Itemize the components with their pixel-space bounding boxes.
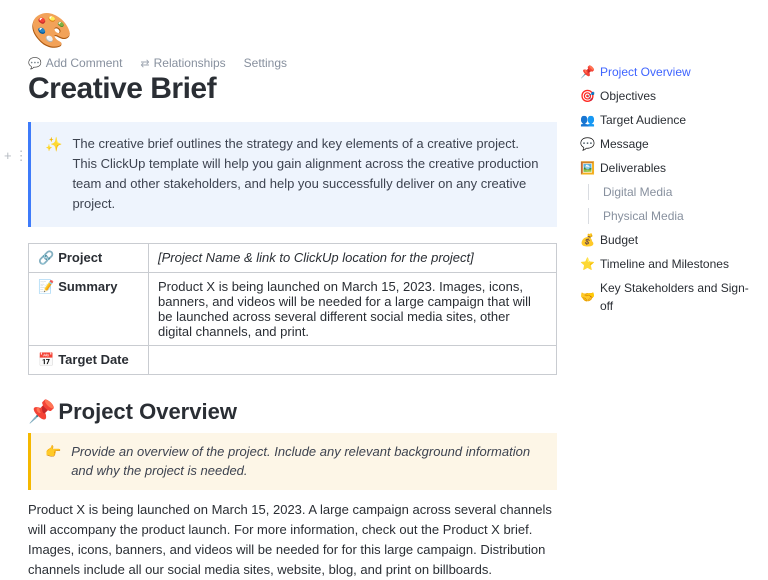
add-comment-button[interactable]: 💬 Add Comment bbox=[28, 56, 122, 70]
nav-item[interactable]: 👥 Target Audience bbox=[580, 108, 758, 132]
relationships-icon: ⇄ bbox=[140, 57, 149, 70]
nav-icon: 🖼️ bbox=[580, 159, 594, 177]
nav-item[interactable]: 🤝 Key Stakeholders and Sign-off bbox=[580, 276, 758, 318]
nav-label: Digital Media bbox=[603, 183, 672, 201]
section-heading-overview: 📌Project Overview bbox=[28, 399, 557, 425]
nav-label: Key Stakeholders and Sign-off bbox=[600, 279, 758, 315]
nav-icon: 🤝 bbox=[580, 288, 594, 306]
nav-item[interactable]: Digital Media bbox=[580, 180, 758, 204]
nav-label: Project Overview bbox=[600, 63, 691, 81]
project-value[interactable]: [Project Name & link to ClickUp location… bbox=[149, 243, 557, 272]
nav-item[interactable]: ⭐ Timeline and Milestones bbox=[580, 252, 758, 276]
calendar-icon: 📅 bbox=[38, 352, 54, 367]
table-row: 📝 Summary Product X is being launched on … bbox=[29, 272, 557, 345]
nav-label: Physical Media bbox=[603, 207, 684, 225]
nav-item[interactable]: 💰 Budget bbox=[580, 228, 758, 252]
nav-item[interactable]: Physical Media bbox=[580, 204, 758, 228]
link-icon: 🔗 bbox=[38, 250, 54, 265]
nav-label: Objectives bbox=[600, 87, 656, 105]
page-title: Creative Brief bbox=[28, 72, 557, 106]
nav-item[interactable]: 🖼️ Deliverables bbox=[580, 156, 758, 180]
target-date-value[interactable] bbox=[149, 345, 557, 374]
table-row: 🔗 Project [Project Name & link to ClickUp… bbox=[29, 243, 557, 272]
nav-icon: 🎯 bbox=[580, 87, 594, 105]
nav-icon: ⭐ bbox=[580, 255, 594, 273]
nav-label: Target Audience bbox=[600, 111, 686, 129]
add-comment-label: Add Comment bbox=[46, 56, 123, 70]
overview-hint-callout: 👉 Provide an overview of the project. In… bbox=[28, 433, 557, 490]
nav-icon: 💰 bbox=[580, 231, 594, 249]
project-label: Project bbox=[58, 250, 102, 265]
toolbar: 💬 Add Comment ⇄ Relationships Settings bbox=[28, 56, 557, 70]
nav-icon: 📌 bbox=[580, 63, 594, 81]
relationships-button[interactable]: ⇄ Relationships bbox=[140, 56, 225, 70]
nav-item[interactable]: 🎯 Objectives bbox=[580, 84, 758, 108]
section-title-text: Project Overview bbox=[58, 399, 237, 424]
target-date-header: 📅 Target Date bbox=[29, 345, 149, 374]
settings-button[interactable]: Settings bbox=[244, 56, 287, 70]
sparkle-icon: ✨ bbox=[45, 134, 62, 215]
target-date-label: Target Date bbox=[58, 352, 129, 367]
pushpin-icon: 📌 bbox=[28, 399, 55, 424]
nav-label: Budget bbox=[600, 231, 638, 249]
outline-nav: 📌 Project Overview 🎯 Objectives 👥 Target Audi… bbox=[580, 60, 758, 318]
nav-icon: 👥 bbox=[580, 111, 594, 129]
pointing-icon: 👉 bbox=[45, 442, 61, 481]
page-icon[interactable]: 🎨 bbox=[30, 14, 557, 48]
overview-hint-text: Provide an overview of the project. Incl… bbox=[71, 442, 543, 481]
nav-icon: 💬 bbox=[580, 135, 594, 153]
overview-body[interactable]: Product X is being launched on March 15,… bbox=[28, 500, 557, 580]
info-table: 🔗 Project [Project Name & link to ClickUp… bbox=[28, 243, 557, 375]
intro-callout-text: The creative brief outlines the strategy… bbox=[72, 134, 541, 215]
intro-callout: ✨ The creative brief outlines the strate… bbox=[28, 122, 557, 227]
relationships-label: Relationships bbox=[154, 56, 226, 70]
table-row: 📅 Target Date bbox=[29, 345, 557, 374]
nav-item[interactable]: 💬 Message bbox=[580, 132, 758, 156]
nav-label: Message bbox=[600, 135, 649, 153]
summary-value[interactable]: Product X is being launched on March 15,… bbox=[149, 272, 557, 345]
nav-item[interactable]: 📌 Project Overview bbox=[580, 60, 758, 84]
memo-icon: 📝 bbox=[38, 279, 54, 294]
nav-label: Deliverables bbox=[600, 159, 666, 177]
summary-label: Summary bbox=[58, 279, 117, 294]
nav-label: Timeline and Milestones bbox=[600, 255, 729, 273]
summary-header: 📝 Summary bbox=[29, 272, 149, 345]
settings-label: Settings bbox=[244, 56, 287, 70]
comment-icon: 💬 bbox=[28, 57, 42, 70]
main-content: 🎨 💬 Add Comment ⇄ Relationships Settings… bbox=[0, 0, 575, 580]
project-header: 🔗 Project bbox=[29, 243, 149, 272]
